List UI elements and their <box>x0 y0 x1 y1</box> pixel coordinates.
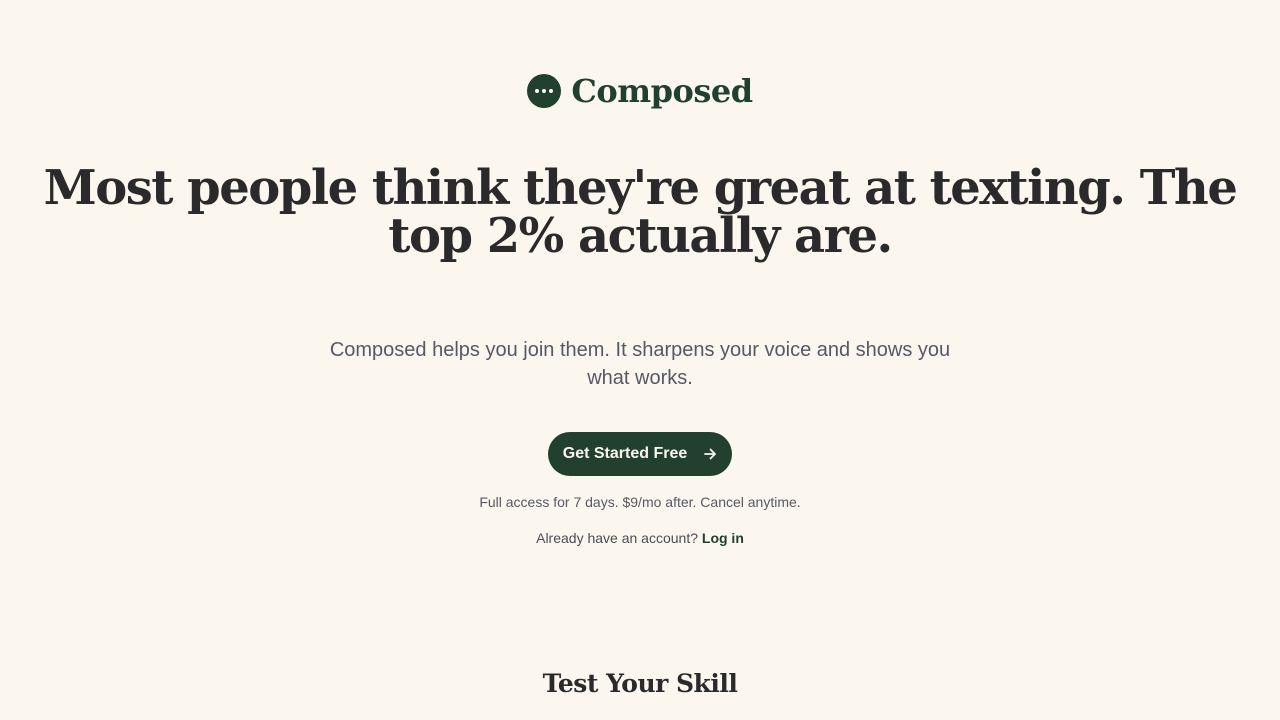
chat-bubble-dots-icon <box>527 74 562 108</box>
brand-logo[interactable]: Composed <box>0 72 1280 110</box>
test-your-skill-heading: Test Your Skill <box>542 669 738 698</box>
hero-headline: Most people think they're great at texti… <box>43 160 1238 264</box>
get-started-label: Get Started Free <box>562 445 688 462</box>
brand-name: Composed <box>571 72 753 110</box>
login-prompt-text: Already have an account? <box>536 530 698 546</box>
hero-subhead: Composed helps you join them. It sharpen… <box>329 339 951 389</box>
arrow-right-icon <box>704 448 717 460</box>
login-prompt-line: Already have an account? Log in <box>0 528 1280 548</box>
login-link[interactable]: Log in <box>702 530 744 546</box>
get-started-button[interactable]: Get Started Free <box>548 432 732 476</box>
trial-fine-print: Full access for 7 days. $9/mo after. Can… <box>479 494 801 510</box>
